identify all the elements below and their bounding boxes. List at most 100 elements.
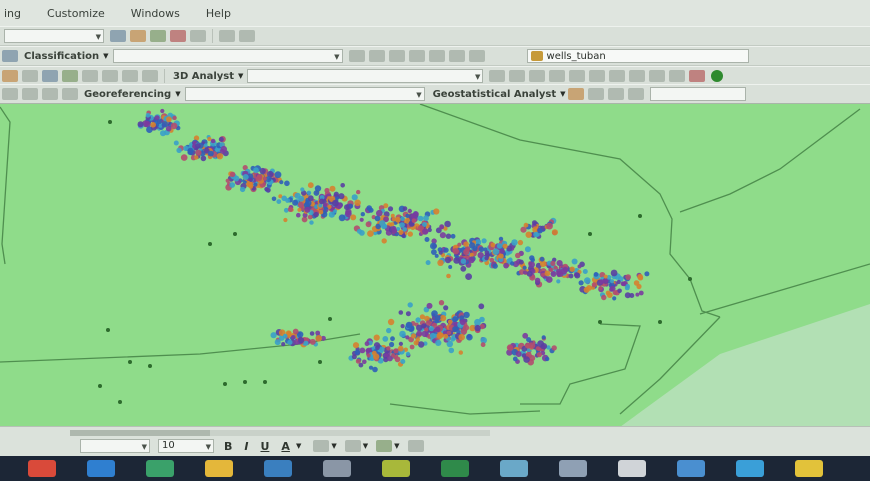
tool-button[interactable] bbox=[589, 70, 606, 82]
well-point[interactable] bbox=[307, 182, 314, 189]
well-point[interactable] bbox=[376, 209, 383, 217]
well-point[interactable] bbox=[187, 147, 194, 155]
well-point[interactable] bbox=[297, 201, 304, 208]
well-point[interactable] bbox=[386, 346, 391, 351]
well-point[interactable] bbox=[625, 274, 631, 280]
well-point[interactable] bbox=[340, 183, 346, 188]
well-point[interactable] bbox=[242, 174, 249, 180]
tool-button[interactable] bbox=[239, 30, 255, 42]
well-point[interactable] bbox=[397, 345, 404, 352]
well-point[interactable] bbox=[428, 326, 434, 332]
well-point[interactable] bbox=[510, 261, 515, 266]
well-point[interactable] bbox=[549, 267, 554, 272]
well-point[interactable] bbox=[526, 270, 533, 277]
well-point[interactable] bbox=[409, 344, 415, 350]
well-point[interactable] bbox=[203, 143, 208, 148]
well-point[interactable] bbox=[399, 222, 405, 228]
well-point[interactable] bbox=[537, 228, 543, 234]
well-point[interactable] bbox=[638, 290, 644, 296]
well-point[interactable] bbox=[434, 253, 439, 258]
tool-button[interactable] bbox=[110, 30, 126, 42]
well-point[interactable] bbox=[256, 174, 263, 180]
highlight-button[interactable] bbox=[313, 440, 330, 452]
well-point[interactable] bbox=[394, 356, 401, 363]
well-point[interactable] bbox=[285, 198, 290, 203]
classification-toolbar-label[interactable]: Classification bbox=[24, 51, 99, 62]
well-point[interactable] bbox=[458, 350, 463, 355]
well-point[interactable] bbox=[389, 341, 395, 348]
well-point[interactable] bbox=[271, 196, 277, 202]
well-point[interactable] bbox=[568, 273, 574, 279]
app-icon[interactable] bbox=[559, 460, 587, 477]
tool-button[interactable] bbox=[428, 50, 445, 62]
well-point[interactable] bbox=[541, 335, 546, 340]
well-point[interactable] bbox=[156, 119, 162, 125]
well-point[interactable] bbox=[512, 356, 518, 362]
well-point[interactable] bbox=[465, 273, 472, 280]
well-point[interactable] bbox=[415, 337, 421, 342]
well-point[interactable] bbox=[546, 222, 553, 230]
well-point[interactable] bbox=[338, 193, 345, 200]
well-point[interactable] bbox=[540, 272, 546, 277]
well-point[interactable] bbox=[253, 167, 259, 174]
well-point[interactable] bbox=[460, 258, 467, 264]
well-point[interactable] bbox=[282, 333, 288, 339]
well-point[interactable] bbox=[539, 256, 545, 262]
well-point[interactable] bbox=[180, 154, 188, 161]
well-point[interactable] bbox=[443, 247, 449, 253]
app-icon[interactable] bbox=[618, 460, 646, 477]
well-point[interactable] bbox=[616, 279, 621, 285]
well-point[interactable] bbox=[466, 333, 473, 341]
well-point[interactable] bbox=[173, 140, 179, 146]
well-point[interactable] bbox=[588, 232, 592, 236]
well-point[interactable] bbox=[318, 210, 324, 215]
map-horizontal-scrollbar[interactable] bbox=[70, 430, 490, 436]
well-point[interactable] bbox=[291, 335, 296, 340]
tool-button[interactable] bbox=[567, 88, 584, 100]
well-point[interactable] bbox=[368, 365, 374, 370]
tool-button[interactable] bbox=[22, 88, 38, 100]
well-point[interactable] bbox=[545, 356, 550, 362]
well-point[interactable] bbox=[556, 260, 563, 267]
well-point[interactable] bbox=[546, 276, 553, 283]
well-point[interactable] bbox=[281, 342, 286, 347]
well-point[interactable] bbox=[229, 171, 236, 177]
tool-button[interactable] bbox=[2, 50, 18, 62]
well-point[interactable] bbox=[253, 182, 258, 187]
well-point[interactable] bbox=[386, 327, 392, 334]
well-point[interactable] bbox=[148, 364, 152, 368]
well-point[interactable] bbox=[328, 317, 332, 321]
well-point[interactable] bbox=[161, 121, 168, 128]
well-point[interactable] bbox=[529, 255, 535, 261]
well-point[interactable] bbox=[458, 333, 466, 341]
well-point[interactable] bbox=[606, 292, 613, 298]
well-point[interactable] bbox=[208, 242, 212, 246]
app-icon[interactable] bbox=[500, 460, 528, 477]
tool-button[interactable] bbox=[348, 50, 365, 62]
well-point[interactable] bbox=[439, 314, 447, 322]
well-point[interactable] bbox=[423, 215, 429, 222]
tool-button[interactable] bbox=[150, 30, 166, 42]
well-point[interactable] bbox=[556, 268, 562, 275]
map-view[interactable] bbox=[0, 104, 870, 426]
classification-dropdown[interactable]: ▼ bbox=[112, 49, 343, 63]
status-icon[interactable] bbox=[711, 70, 724, 82]
well-point[interactable] bbox=[172, 115, 177, 121]
tool-button[interactable] bbox=[489, 70, 506, 82]
well-point[interactable] bbox=[332, 199, 339, 207]
georeferencing-layer-dropdown[interactable]: ▼ bbox=[184, 87, 425, 101]
well-point[interactable] bbox=[298, 195, 305, 202]
well-point[interactable] bbox=[106, 328, 110, 332]
well-point[interactable] bbox=[382, 336, 389, 342]
well-point[interactable] bbox=[223, 382, 227, 386]
chevron-down-icon[interactable]: ▼ bbox=[394, 442, 399, 450]
well-point[interactable] bbox=[239, 186, 246, 193]
well-point[interactable] bbox=[457, 242, 462, 247]
well-point[interactable] bbox=[551, 345, 557, 351]
well-point[interactable] bbox=[598, 286, 603, 291]
well-point[interactable] bbox=[577, 264, 582, 269]
well-point[interactable] bbox=[463, 311, 470, 319]
well-point[interactable] bbox=[297, 207, 302, 212]
well-point[interactable] bbox=[633, 280, 640, 286]
chevron-down-icon[interactable]: ▼ bbox=[363, 442, 368, 450]
